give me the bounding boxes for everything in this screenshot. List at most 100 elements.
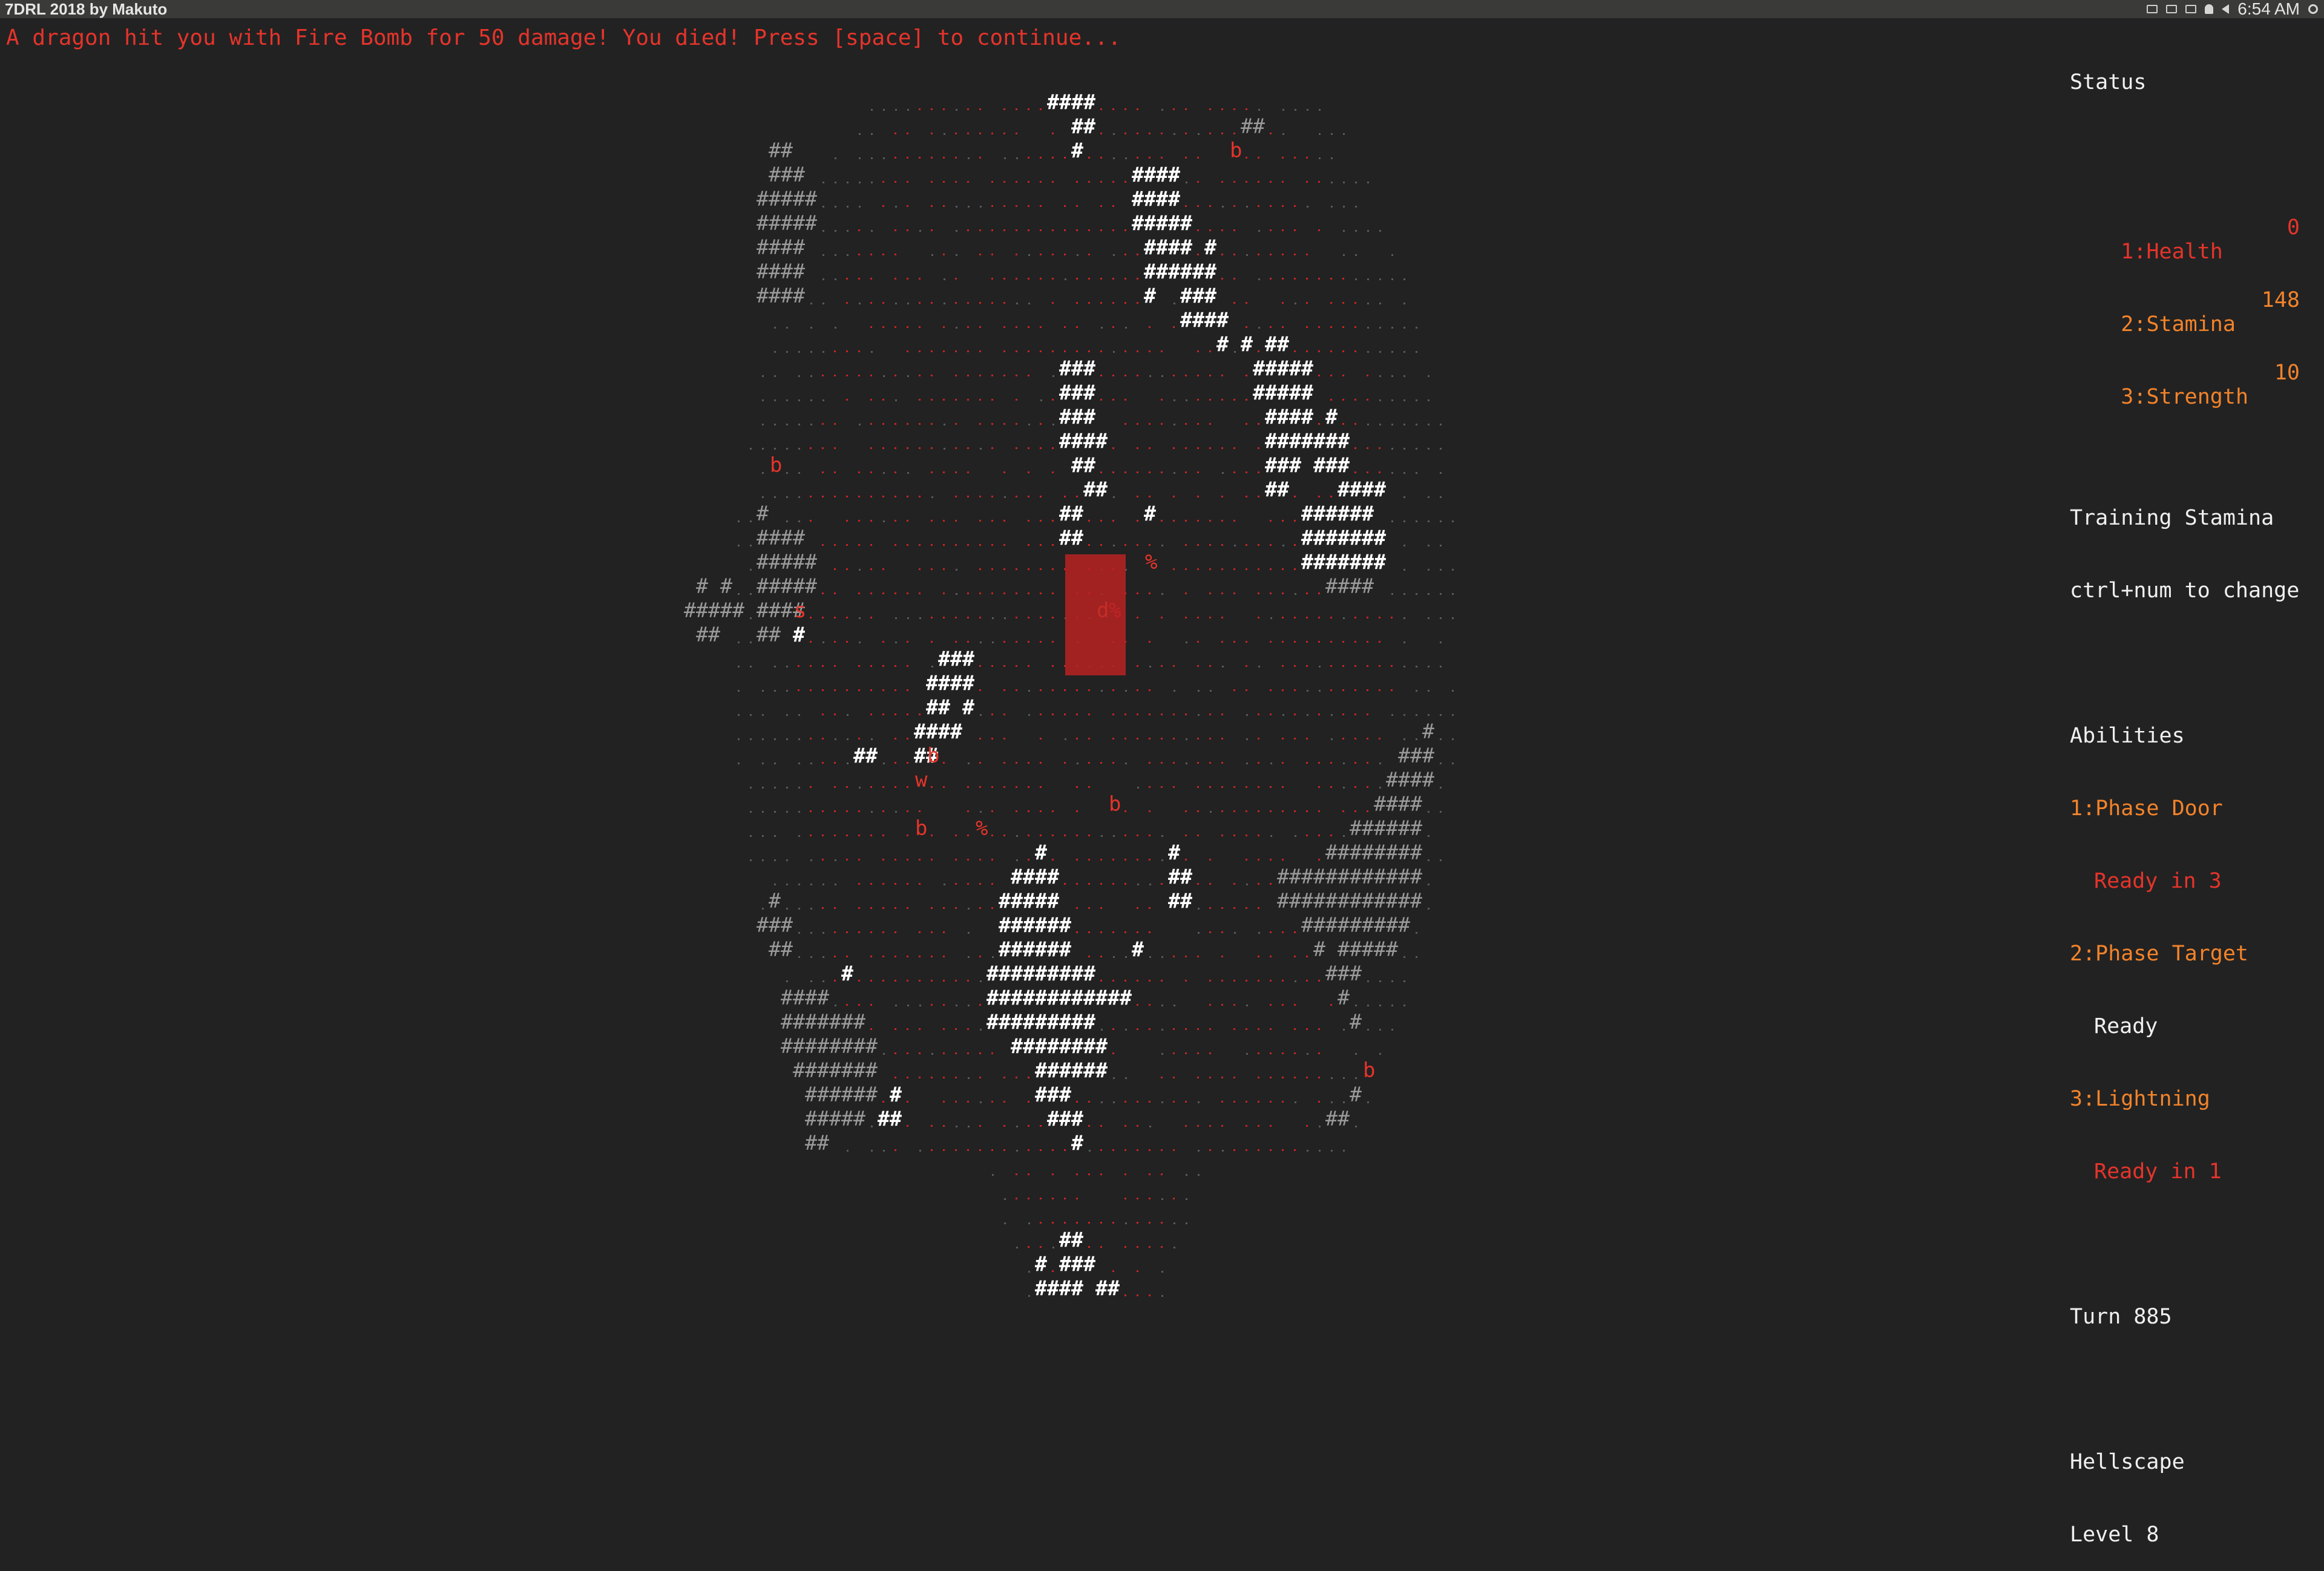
training-hint: ctrl+num to change [2070, 579, 2300, 603]
wall-segment: # [793, 623, 806, 647]
wall-segment: #### [1265, 405, 1314, 429]
game-map[interactable]: #### ## ## ## # ### #### ##### #### ##### ##### ###… [0, 0, 2324, 1369]
wall-segment: # [1241, 332, 1253, 356]
status-heading: Status [2070, 70, 2147, 94]
wall-segment: # [1313, 937, 1326, 962]
wall-segment: ### [1265, 453, 1302, 477]
wall-segment: # [1144, 284, 1157, 308]
entity-monster[interactable]: b [1230, 139, 1242, 163]
wall-segment: ##### [999, 889, 1060, 913]
wall-segment: ## [1325, 1107, 1350, 1131]
wall-segment: # [757, 502, 769, 526]
wall-segment: ## [805, 1131, 830, 1155]
wall-segment: ############ [1277, 865, 1423, 889]
wall-segment: ### [757, 913, 793, 937]
dungeon-level: Level 8 [2070, 1523, 2159, 1547]
wall-segment: ## [1265, 332, 1290, 356]
wall-segment: ## [1071, 114, 1096, 139]
wall-segment: # [1338, 986, 1350, 1010]
stat-health: 1:Health 0 [2070, 215, 2300, 264]
wall-segment: ####### [1301, 550, 1387, 574]
wall-segment: ##### [1253, 356, 1314, 381]
status-panel: Status 1:Health 0 2:Stamina 148 3:Streng… [2070, 22, 2300, 1571]
wall-segment: # [696, 574, 709, 599]
stat-strength: 3:Strength 10 [2070, 361, 2300, 409]
wall-segment: ### [769, 163, 806, 187]
entity-monster[interactable]: b [927, 744, 939, 768]
wall-segment: # [1204, 235, 1217, 260]
wall-segment: # [1071, 1131, 1084, 1155]
wall-segment: # [1035, 841, 1048, 865]
wall-segment: ##### [757, 574, 818, 599]
wall-segment: ### [938, 647, 975, 671]
wall-segment: ## [1083, 477, 1108, 502]
entity-monster[interactable]: b [770, 453, 782, 477]
ability-state: Ready in 1 [2094, 1159, 2222, 1184]
wall-segment: # [1132, 937, 1144, 962]
wall-segment: ######## [1325, 841, 1423, 865]
wall-segment: #### [1011, 865, 1060, 889]
wall-segment: ## [757, 623, 781, 647]
wall-segment: #### [914, 720, 963, 744]
stat-value: 10 [2274, 361, 2300, 385]
stat-stamina: 2:Stamina 148 [2070, 288, 2300, 336]
wall-segment: ## [769, 937, 793, 962]
wall-segment: # [1350, 1010, 1362, 1034]
wall-segment: ## [769, 139, 793, 163]
ability-phase-target[interactable]: 2:Phase Target [2070, 942, 2300, 966]
entity-monster[interactable]: b [1363, 1058, 1375, 1083]
wall-segment: ### [1325, 962, 1362, 986]
entity-monster[interactable]: b [1109, 792, 1121, 816]
wall-segment: ### [1059, 1252, 1096, 1276]
wall-segment: #### [1374, 792, 1423, 816]
wall-segment: ## [878, 1107, 902, 1131]
ability-lightning[interactable]: 3:Lightning [2070, 1087, 2300, 1111]
wall-segment: ##### [757, 550, 818, 574]
wall-segment: # [1422, 720, 1435, 744]
wall-segment: #### [1035, 1276, 1084, 1300]
stat-label: 3:Strength [2121, 385, 2249, 409]
wall-segment: # [1144, 502, 1157, 526]
wall-segment: # [1350, 1083, 1362, 1107]
wall-segment: ### [1035, 1083, 1072, 1107]
entity-monster[interactable]: w [915, 768, 928, 792]
wall-segment: #### [1132, 187, 1181, 211]
turn-counter: Turn 885 [2070, 1305, 2172, 1329]
wall-segment: ### [1059, 405, 1096, 429]
wall-segment: ######### [1301, 913, 1411, 937]
entity-monster[interactable]: b [915, 816, 927, 841]
wall-segment: ##### [757, 211, 818, 235]
ability-phase-door[interactable]: 1:Phase Door [2070, 796, 2300, 821]
stat-value: 148 [2261, 288, 2300, 312]
target-highlight [1065, 554, 1126, 675]
wall-segment: ###### [1144, 260, 1217, 284]
wall-segment: ## [853, 744, 878, 768]
wall-segment: #### [1338, 477, 1387, 502]
area-name: Hellscape [2070, 1450, 2185, 1474]
wall-segment: ## [1241, 114, 1265, 139]
abilities-heading: Abilities [2070, 724, 2185, 748]
wall-segment: #### [781, 986, 830, 1010]
entity-item[interactable]: % [1145, 550, 1157, 574]
training-label: Training Stamina [2070, 506, 2274, 530]
wall-segment: #### [757, 526, 806, 550]
wall-segment: ## [696, 623, 721, 647]
wall-segment: ## [1059, 526, 1084, 550]
wall-segment: ### [1180, 284, 1217, 308]
wall-segment: ###### [1035, 1058, 1108, 1083]
wall-segment: ######## [781, 1034, 878, 1058]
wall-segment: ##### [1338, 937, 1399, 962]
wall-segment: # [720, 574, 733, 599]
wall-segment: # [769, 889, 781, 913]
wall-segment: ###### [999, 913, 1072, 937]
wall-segment: ### [1047, 1107, 1084, 1131]
entity-item[interactable]: % [976, 816, 988, 841]
wall-segment: ### [1313, 453, 1350, 477]
stat-value: 0 [2286, 215, 2300, 240]
wall-segment: #### [1180, 308, 1229, 332]
wall-segment: #### [757, 235, 806, 260]
ability-state: Ready in 3 [2094, 869, 2222, 893]
wall-segment: # [1216, 332, 1229, 356]
wall-segment: #### [926, 671, 975, 695]
entity-monster[interactable]: s [794, 599, 806, 623]
